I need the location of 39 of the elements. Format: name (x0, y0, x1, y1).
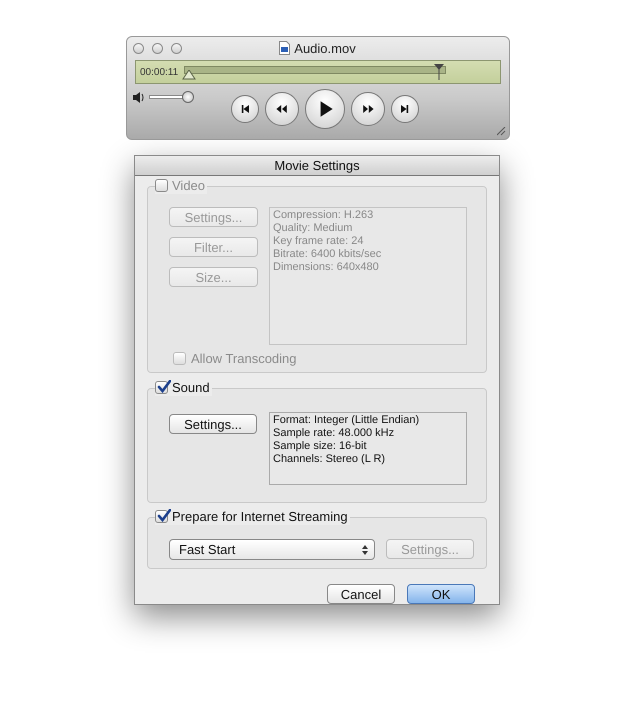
speaker-icon (133, 92, 145, 102)
zoom-button[interactable] (171, 42, 182, 54)
checkbox[interactable] (155, 510, 168, 523)
volume-knob[interactable] (182, 91, 194, 103)
section-label: Video (172, 177, 206, 194)
info-line: Key frame rate: 24 (273, 235, 364, 248)
info-line: Channels: Stereo (L R) (273, 453, 386, 466)
section-label: Prepare for Internet Streaming (172, 508, 348, 525)
info-line: Quality: Medium (273, 222, 354, 235)
skip-forward-button[interactable] (391, 95, 419, 123)
settings-button[interactable]: Settings... (169, 414, 257, 434)
info-line: Sample rate: 48.000 kHz (273, 427, 396, 440)
minimize-button[interactable] (152, 42, 163, 54)
checkbox[interactable] (155, 179, 168, 192)
info-line: Format: Integer (Little Endian) (273, 414, 420, 427)
info-line: Bitrate: 6400 kbits/sec (273, 248, 382, 261)
dialog-title: Movie Settings (274, 158, 360, 173)
fast-forward-button[interactable] (351, 92, 385, 126)
time-readout: 00:00:11 (140, 66, 178, 78)
close-button[interactable] (133, 42, 144, 54)
checkbox[interactable] (155, 381, 168, 394)
playhead[interactable] (182, 70, 196, 80)
end-marker-icon (434, 64, 444, 80)
ok-button[interactable]: OK (407, 584, 475, 604)
info-line: Dimensions: 640x480 (273, 261, 380, 274)
rewind-button[interactable] (265, 92, 299, 126)
stepper-arrows-icon (362, 544, 368, 554)
checkbox-label: Allow Transcoding (191, 351, 296, 366)
info-line: Sample size: 16-bit (273, 440, 368, 453)
popup-menu[interactable]: Fast Start (169, 539, 375, 560)
info-line: Compression: H.263 (273, 209, 374, 222)
timeline-track[interactable] (184, 64, 446, 80)
play-button[interactable] (305, 89, 345, 129)
skip-back-button[interactable] (231, 95, 259, 123)
movie-file-icon (279, 41, 290, 55)
cancel-button[interactable]: Cancel (327, 584, 395, 604)
window-title: Audio.mov (294, 40, 356, 56)
section-label: Sound (172, 379, 210, 396)
resize-grip-icon[interactable] (497, 127, 506, 136)
